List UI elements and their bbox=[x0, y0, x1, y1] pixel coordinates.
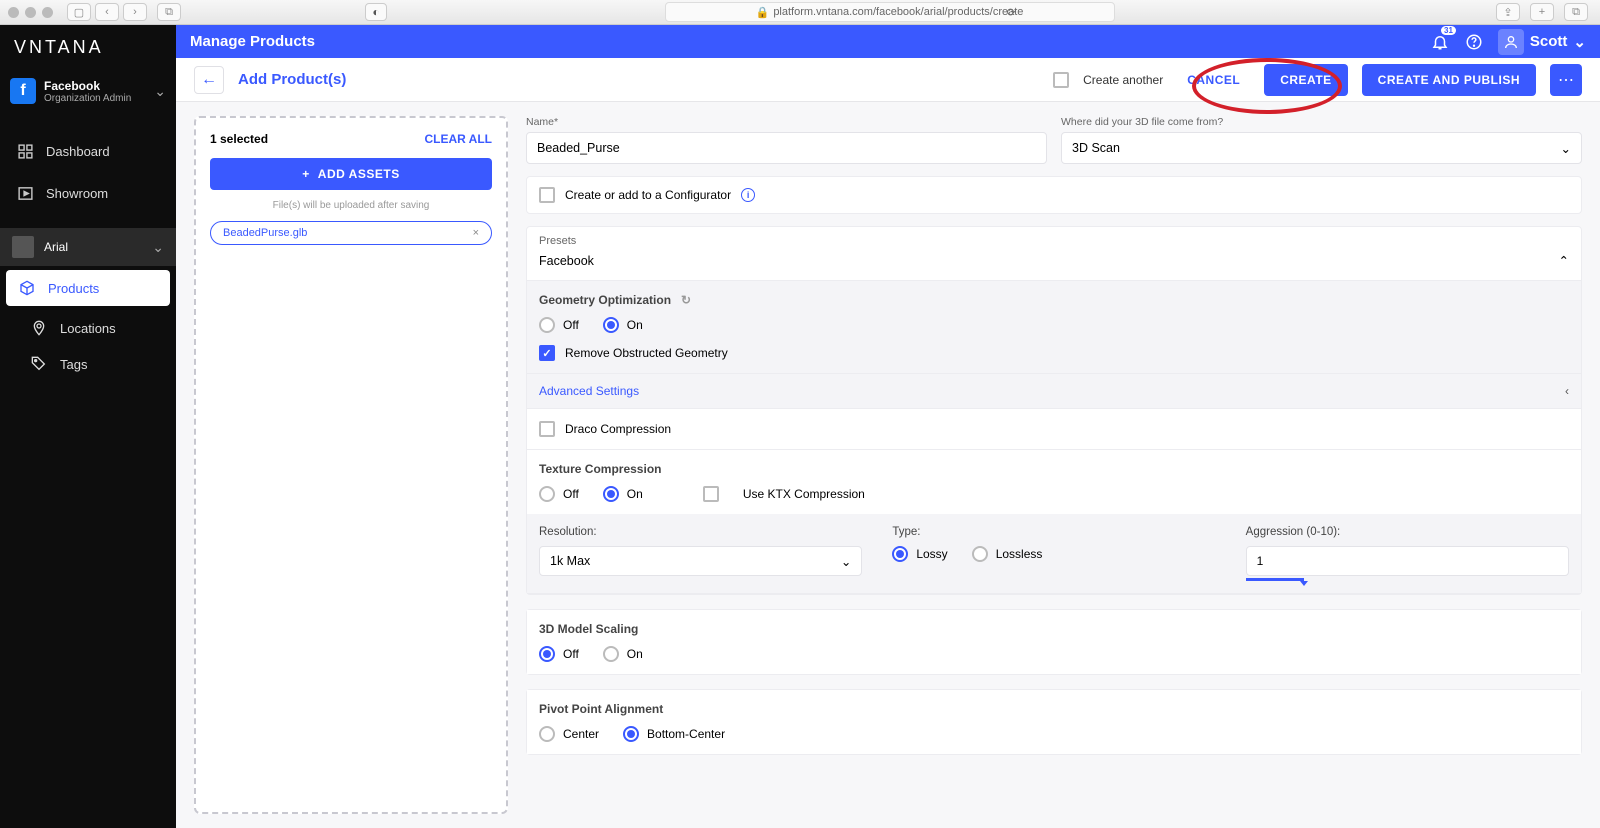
pivot-bottom-radio[interactable]: Bottom-Center bbox=[623, 726, 725, 742]
pivot-center-radio[interactable]: Center bbox=[539, 726, 599, 742]
refresh-icon[interactable]: ↻ bbox=[681, 293, 691, 307]
configurator-label: Create or add to a Configurator bbox=[565, 188, 731, 202]
name-label: Name* bbox=[526, 116, 1047, 128]
chevron-down-icon: ⌄ bbox=[1561, 141, 1571, 156]
user-menu[interactable]: Scott ⌄ bbox=[1498, 29, 1586, 55]
browser-chrome: ▢ ‹ › ⧉ ◐ 🔒 platform.vntana.com/facebook… bbox=[0, 0, 1600, 25]
source-label: Where did your 3D file come from? bbox=[1061, 116, 1582, 128]
chevron-down-icon: ⌄ bbox=[841, 554, 851, 569]
main: Manage Products 31 Scott ⌄ ← Add Product… bbox=[176, 25, 1600, 828]
tag-icon bbox=[30, 356, 48, 372]
action-bar: ← Add Product(s) Create another CANCEL C… bbox=[176, 58, 1600, 102]
advanced-settings-toggle[interactable]: Advanced Settings ‹ bbox=[527, 374, 1581, 409]
add-assets-button[interactable]: + ADD ASSETS bbox=[210, 158, 492, 190]
chevron-down-icon: ⌄ bbox=[1573, 33, 1586, 51]
tex-on-radio[interactable]: On bbox=[603, 486, 643, 502]
ktx-checkbox[interactable] bbox=[703, 486, 719, 502]
avatar-icon bbox=[1498, 29, 1524, 55]
sidebar-toggle-icon[interactable]: ▢ bbox=[67, 3, 91, 21]
tex-off-radio[interactable]: Off bbox=[539, 486, 579, 502]
dashboard-icon bbox=[16, 142, 34, 160]
traffic-lights bbox=[8, 7, 53, 18]
create-button[interactable]: CREATE bbox=[1264, 64, 1347, 96]
file-chip[interactable]: BeadedPurse.glb × bbox=[210, 221, 492, 245]
more-button[interactable]: ⋯ bbox=[1550, 64, 1582, 96]
plus-icon: + bbox=[302, 167, 310, 181]
assets-panel: 1 selected CLEAR ALL + ADD ASSETS File(s… bbox=[194, 116, 508, 814]
info-icon[interactable]: i bbox=[741, 188, 755, 202]
geom-off-radio[interactable]: Off bbox=[539, 317, 579, 333]
nav-products[interactable]: Products bbox=[6, 270, 170, 306]
chevron-down-icon: ⌄ bbox=[152, 239, 164, 256]
forward-icon[interactable]: › bbox=[123, 3, 147, 21]
sidebar: VNTANA f Facebook Organization Admin ⌄ D… bbox=[0, 25, 176, 828]
bell-icon bbox=[1431, 33, 1449, 51]
page-subtitle: Add Product(s) bbox=[238, 71, 346, 88]
selected-count: 1 selected bbox=[210, 132, 268, 146]
org-selector[interactable]: f Facebook Organization Admin ⌄ bbox=[0, 70, 176, 112]
topbar: Manage Products 31 Scott ⌄ bbox=[176, 25, 1600, 58]
upload-hint: File(s) will be uploaded after saving bbox=[210, 200, 492, 211]
chevron-left-icon: ‹ bbox=[1565, 384, 1569, 398]
back-icon[interactable]: ‹ bbox=[95, 3, 119, 21]
geometry-section: Geometry Optimization ↻ Off On Remove Ob… bbox=[527, 281, 1581, 374]
nav-showroom[interactable]: Showroom bbox=[0, 172, 176, 214]
resolution-select[interactable]: 1k Max ⌄ bbox=[539, 546, 862, 576]
workspace-icon bbox=[12, 236, 34, 258]
org-role: Organization Admin bbox=[44, 93, 154, 104]
draco-checkbox[interactable] bbox=[539, 421, 555, 437]
help-button[interactable] bbox=[1460, 28, 1488, 56]
showroom-icon bbox=[16, 184, 34, 202]
scale-off-radio[interactable]: Off bbox=[539, 646, 579, 662]
org-name: Facebook bbox=[44, 79, 154, 93]
lossless-radio[interactable]: Lossless bbox=[972, 546, 1043, 562]
presets-label: Presets bbox=[527, 227, 1581, 249]
scale-on-radio[interactable]: On bbox=[603, 646, 643, 662]
page-title: Manage Products bbox=[190, 33, 315, 50]
presets-section: Presets Facebook ⌃ Geometry Optimization… bbox=[526, 226, 1582, 595]
facebook-icon: f bbox=[10, 78, 36, 104]
cancel-button[interactable]: CANCEL bbox=[1177, 65, 1250, 95]
tabs-overview-icon[interactable]: ⧉ bbox=[1564, 3, 1588, 21]
product-form: Name* Where did your 3D file come from? … bbox=[526, 116, 1582, 814]
nav-locations[interactable]: Locations bbox=[0, 310, 176, 346]
nav-dashboard[interactable]: Dashboard bbox=[0, 130, 176, 172]
create-publish-button[interactable]: CREATE AND PUBLISH bbox=[1362, 64, 1536, 96]
aggression-input[interactable] bbox=[1246, 546, 1569, 576]
nav-tags[interactable]: Tags bbox=[0, 346, 176, 382]
aggression-slider[interactable] bbox=[1246, 578, 1304, 581]
tabs-icon[interactable]: ⧉ bbox=[157, 3, 181, 21]
workspace-selector[interactable]: Arial ⌄ bbox=[0, 228, 176, 266]
notifications-button[interactable]: 31 bbox=[1426, 28, 1454, 56]
address-bar[interactable]: 🔒 platform.vntana.com/facebook/arial/pro… bbox=[665, 2, 1115, 22]
preset-select[interactable]: Facebook ⌃ bbox=[527, 249, 1581, 281]
notif-badge: 31 bbox=[1441, 26, 1456, 35]
source-select[interactable]: 3D Scan ⌄ bbox=[1061, 132, 1582, 164]
name-input[interactable] bbox=[526, 132, 1047, 164]
remove-obstructed-checkbox[interactable] bbox=[539, 345, 555, 361]
location-icon bbox=[30, 320, 48, 336]
create-another-checkbox[interactable] bbox=[1053, 72, 1069, 88]
chevron-up-icon: ⌃ bbox=[1559, 253, 1569, 268]
lossy-radio[interactable]: Lossy bbox=[892, 546, 947, 562]
configurator-checkbox[interactable] bbox=[539, 187, 555, 203]
help-icon bbox=[1465, 33, 1483, 51]
new-tab-icon[interactable]: + bbox=[1530, 3, 1554, 21]
reader-icon[interactable]: ◐ bbox=[365, 3, 387, 21]
create-another-label: Create another bbox=[1083, 73, 1163, 87]
brand-logo: VNTANA bbox=[0, 25, 176, 70]
chevron-down-icon: ⌄ bbox=[154, 83, 166, 100]
cube-icon bbox=[18, 280, 36, 296]
share-icon[interactable]: ⇪ bbox=[1496, 3, 1520, 21]
clear-all-button[interactable]: CLEAR ALL bbox=[424, 132, 492, 146]
remove-file-icon[interactable]: × bbox=[473, 227, 479, 239]
back-button[interactable]: ← bbox=[194, 66, 224, 94]
geom-on-radio[interactable]: On bbox=[603, 317, 643, 333]
